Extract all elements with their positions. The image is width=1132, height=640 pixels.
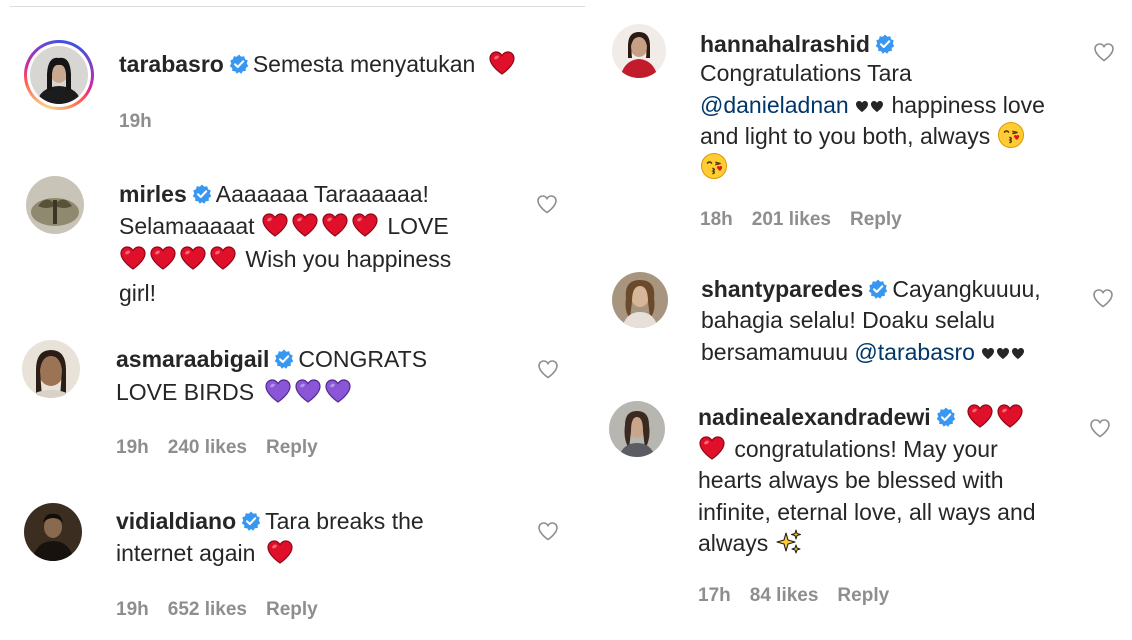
verified-badge-icon [241, 511, 261, 531]
comment-text: LOVE BIRDS [116, 379, 255, 405]
comment-text: internet again [116, 540, 256, 566]
red-heart-emoji [321, 212, 349, 238]
kiss-face-emoji [997, 121, 1025, 149]
username[interactable]: shantyparedes [701, 276, 863, 302]
likes-count[interactable]: 201 likes [752, 209, 831, 230]
verified-badge-icon [192, 184, 212, 204]
comment-text: Congratulations Tara [700, 60, 912, 86]
reply-button[interactable]: Reply [837, 585, 889, 606]
black-heart-emoji [855, 100, 869, 113]
story-ring[interactable] [24, 40, 94, 110]
red-heart-emoji [351, 212, 379, 238]
comment-text: Tara breaks the [265, 508, 424, 534]
comment-text: Selamaaaaat [119, 213, 255, 239]
like-heart-outline-icon[interactable] [1088, 416, 1112, 440]
red-heart-emoji [488, 50, 516, 76]
avatar[interactable] [612, 24, 666, 78]
verified-badge-icon [936, 407, 956, 427]
avatar[interactable] [22, 340, 80, 398]
red-heart-emoji [996, 403, 1024, 429]
likes-count[interactable]: 652 likes [168, 599, 247, 620]
verified-badge-icon [274, 349, 294, 369]
comment-text: CONGRATS [298, 346, 428, 372]
black-heart-emoji [1011, 347, 1025, 360]
avatar [30, 46, 88, 104]
comment-text: Aaaaaaa Taraaaaaa! [215, 181, 429, 207]
red-heart-emoji [209, 245, 237, 271]
like-heart-outline-icon[interactable] [536, 519, 560, 543]
black-heart-emoji [870, 100, 884, 113]
avatar[interactable] [612, 272, 668, 328]
purple-heart-emoji [294, 378, 322, 404]
red-heart-emoji [266, 539, 294, 565]
mention-link[interactable]: @tarabasro [854, 339, 975, 365]
kiss-face-emoji [700, 152, 728, 180]
username[interactable]: asmaraabigail [116, 346, 269, 372]
username[interactable]: nadinealexandradewi [698, 404, 931, 430]
sparkles-emoji [775, 528, 803, 556]
likes-count[interactable]: 84 likes [750, 585, 819, 606]
avatar[interactable] [24, 503, 82, 561]
mention-link[interactable]: @danieladnan [700, 92, 849, 118]
username[interactable]: tarabasro [119, 51, 224, 77]
comment-text: happiness love [891, 92, 1045, 118]
username[interactable]: mirles [119, 181, 187, 207]
comment-text: bahagia selalu! Doaku selalu [701, 307, 996, 333]
reply-button[interactable]: Reply [266, 599, 318, 620]
red-heart-emoji [966, 403, 994, 429]
comment-text: hearts always be blessed with [698, 467, 1004, 493]
red-heart-emoji [119, 245, 147, 271]
comments-column-right: hannahalrashid Congratulations Tara @dan… [592, 0, 1132, 640]
comment-text: and light to you both, always [700, 123, 991, 149]
red-heart-emoji [291, 212, 319, 238]
comment-text: congratulations! May your [734, 436, 998, 462]
like-heart-outline-icon[interactable] [1091, 286, 1115, 310]
comment-text: girl! [119, 280, 157, 306]
comment-time[interactable]: 19h [116, 599, 149, 620]
comment-text: bersamamuuu [701, 339, 849, 365]
username[interactable]: hannahalrashid [700, 31, 870, 57]
reply-button[interactable]: Reply [266, 437, 318, 458]
like-heart-outline-icon[interactable] [536, 357, 560, 381]
comment-text: Wish you happiness [245, 246, 452, 272]
black-heart-emoji [996, 347, 1010, 360]
comment-text: infinite, eternal love, all ways and [698, 499, 1036, 525]
comment-text: Cayangkuuuu, [892, 276, 1041, 302]
avatar[interactable] [609, 401, 665, 457]
verified-badge-icon [868, 279, 888, 299]
comment-time[interactable]: 17h [698, 585, 731, 606]
comment-text: Semesta menyatukan [252, 51, 476, 77]
verified-badge-icon [875, 34, 895, 54]
comment-time[interactable]: 19h [116, 437, 149, 458]
comment-time[interactable]: 19h [119, 111, 152, 132]
comment-text: LOVE [387, 213, 449, 239]
likes-count[interactable]: 240 likes [168, 437, 247, 458]
avatar[interactable] [26, 176, 84, 234]
purple-heart-emoji [264, 378, 292, 404]
red-heart-emoji [698, 435, 726, 461]
comments-column-left: tarabasro Semesta menyatukan 19h mirles Aa… [0, 0, 592, 640]
verified-badge-icon [229, 54, 249, 74]
red-heart-emoji [261, 212, 289, 238]
reply-button[interactable]: Reply [850, 209, 902, 230]
like-heart-outline-icon[interactable] [535, 192, 559, 216]
username[interactable]: vidialdiano [116, 508, 236, 534]
comment-text: always [698, 530, 769, 556]
red-heart-emoji [179, 245, 207, 271]
black-heart-emoji [981, 347, 995, 360]
comment-time[interactable]: 18h [700, 209, 733, 230]
purple-heart-emoji [324, 378, 352, 404]
like-heart-outline-icon[interactable] [1092, 40, 1116, 64]
red-heart-emoji [149, 245, 177, 271]
